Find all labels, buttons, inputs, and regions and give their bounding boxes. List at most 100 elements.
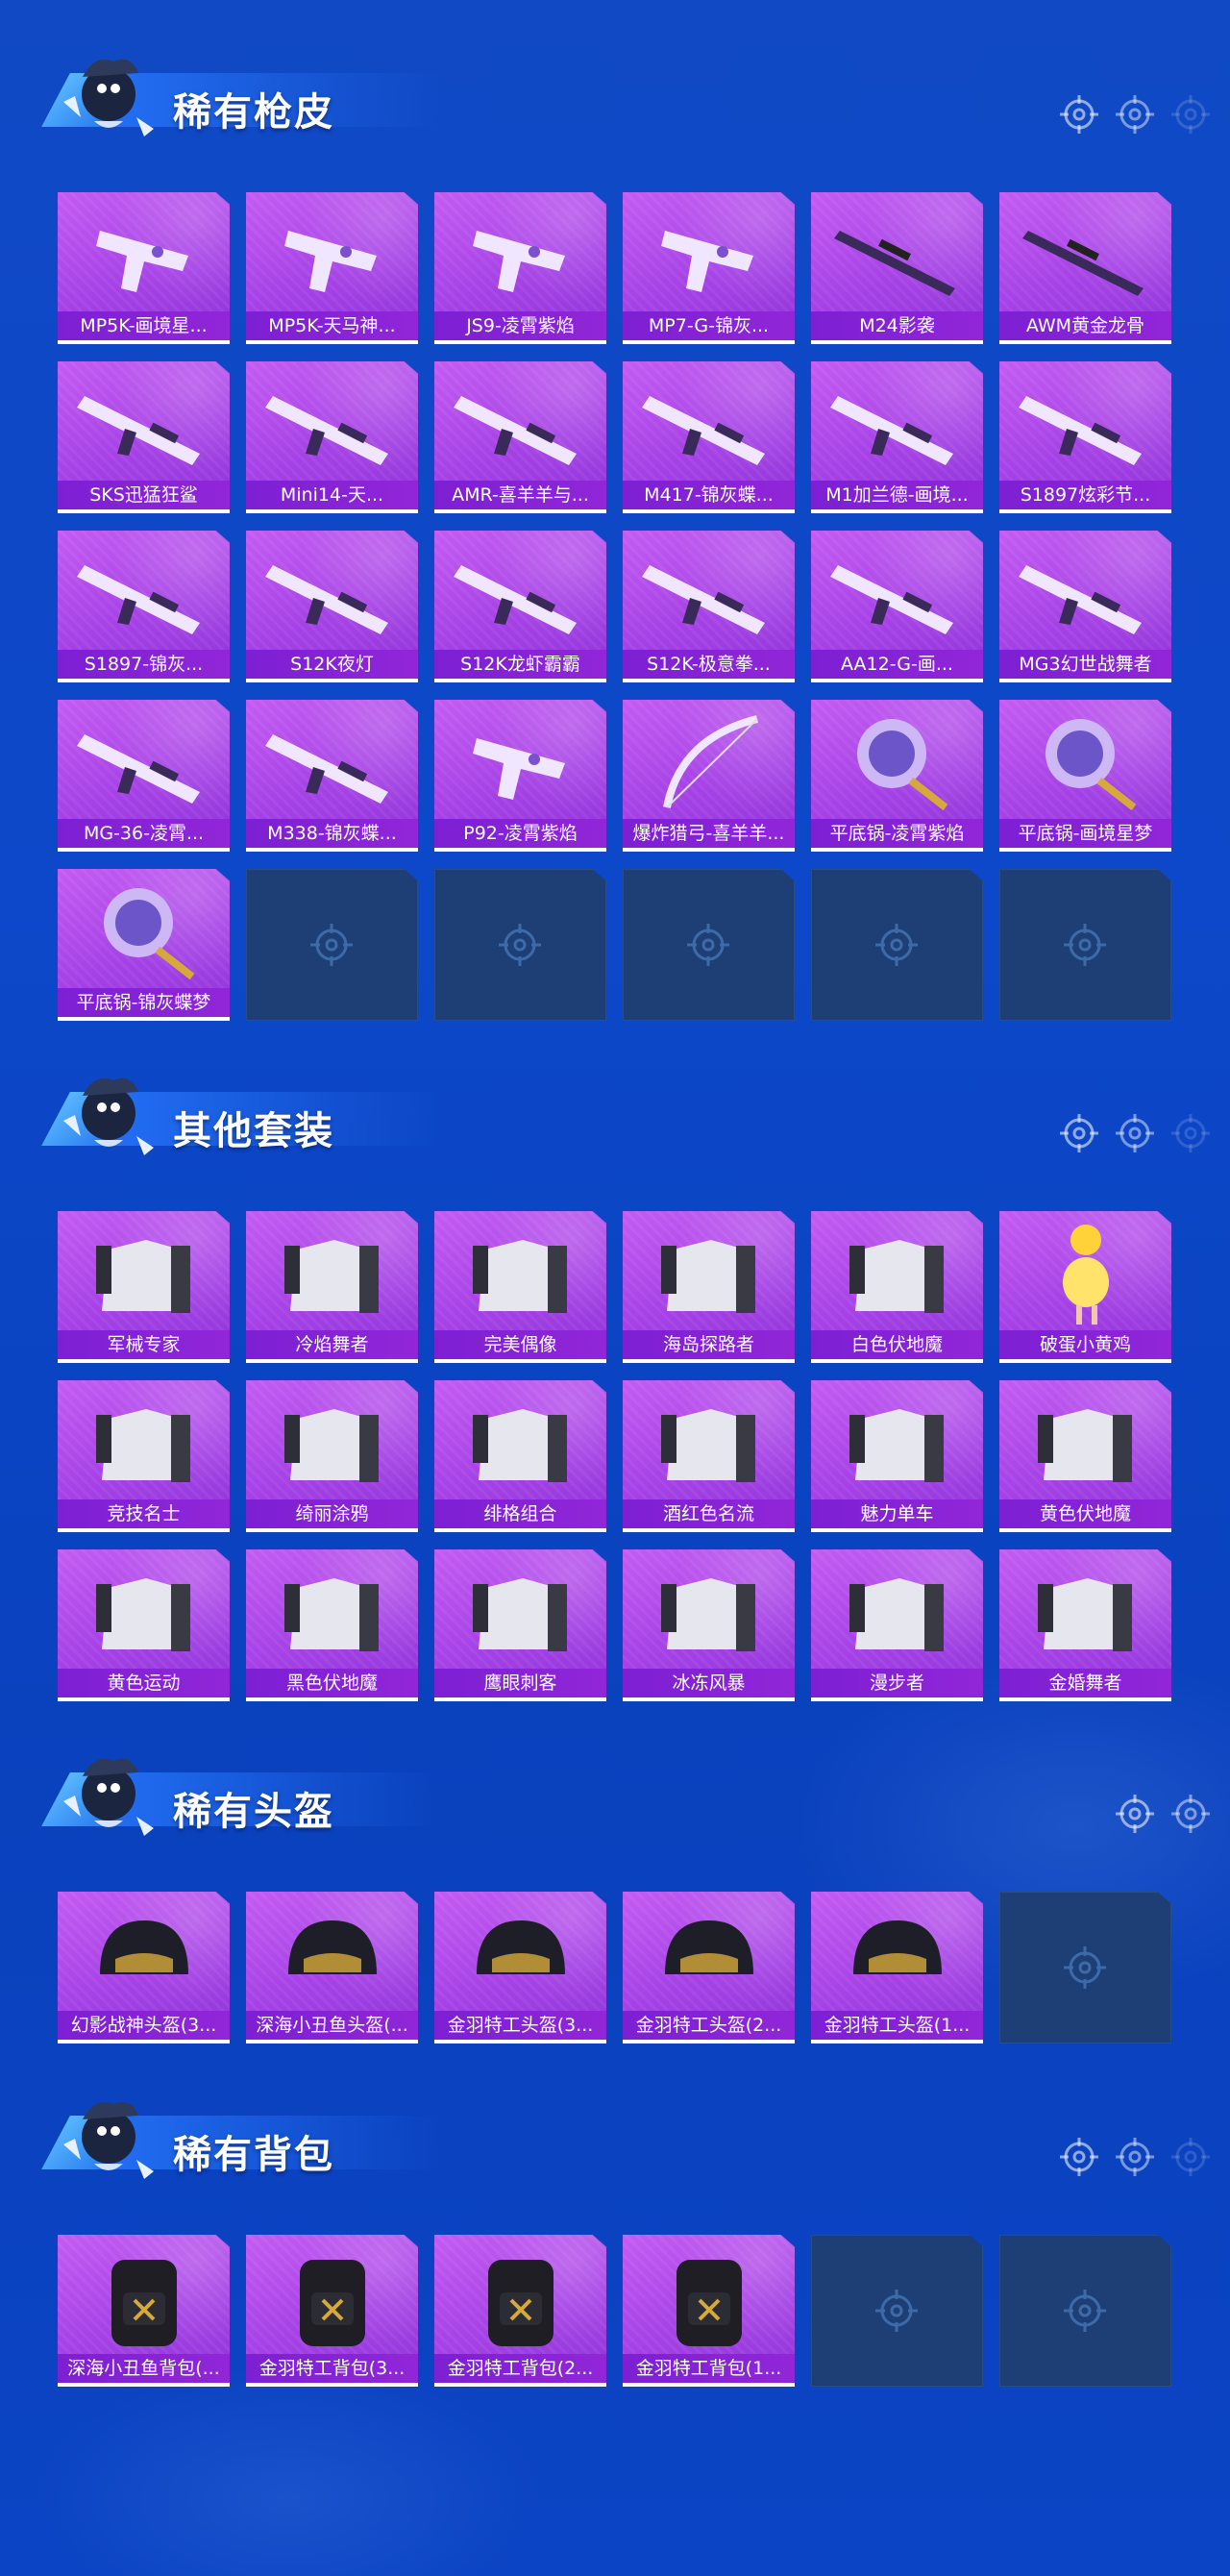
item-label: S1897炫彩节... [999, 481, 1171, 509]
item-tile[interactable]: AA12-G-画... [811, 531, 983, 682]
item-tile[interactable]: 绯格组合 [434, 1380, 606, 1532]
chick-costume-icon [999, 1211, 1171, 1330]
shotgun-skin-icon [434, 531, 606, 650]
item-label: Mini14-天... [246, 481, 418, 509]
item-label: 金羽特工头盔(2... [623, 2011, 795, 2040]
empty-slot [999, 1892, 1171, 2043]
item-label: 黑色伏地魔 [246, 1669, 418, 1697]
item-label: 海岛探路者 [623, 1330, 795, 1359]
item-tile[interactable]: 平底锅-画境星梦 [999, 700, 1171, 852]
item-tile[interactable]: S1897炫彩节... [999, 361, 1171, 513]
rifle-skin-icon [811, 361, 983, 481]
item-tile[interactable]: 深海小丑鱼头盔(... [246, 1892, 418, 2043]
item-tile[interactable]: S1897-锦灰... [58, 531, 230, 682]
shotgun-skin-icon [623, 531, 795, 650]
item-tile[interactable]: 冰冻风暴 [623, 1549, 795, 1701]
crosshair-icon [1115, 1794, 1155, 1834]
empty-slot [434, 869, 606, 1021]
item-tile[interactable]: S12K龙虾霸霸 [434, 531, 606, 682]
backpack-icon [246, 2235, 418, 2354]
empty-slot [811, 869, 983, 1021]
item-label: S12K夜灯 [246, 650, 418, 679]
mascot-icon [56, 2091, 161, 2187]
crosshair-icon [1170, 94, 1211, 135]
item-tile[interactable]: MP7-G-锦灰... [623, 192, 795, 344]
item-tile[interactable]: S12K-极意拳... [623, 531, 795, 682]
item-tile[interactable]: 爆炸猎弓-喜羊羊... [623, 700, 795, 852]
item-tile[interactable]: 金羽特工背包(2... [434, 2235, 606, 2387]
item-tile[interactable]: 黄色伏地魔 [999, 1380, 1171, 1532]
outfit-icon [434, 1211, 606, 1330]
item-tile[interactable]: 金羽特工头盔(2... [623, 1892, 795, 2043]
item-label: 平底锅-凌霄紫焰 [811, 819, 983, 848]
outfit-icon [58, 1549, 230, 1669]
item-tile[interactable]: M24影袭 [811, 192, 983, 344]
item-tile[interactable]: 金羽特工背包(1... [623, 2235, 795, 2387]
outfit-icon [58, 1211, 230, 1330]
item-tile[interactable]: SKS迅猛狂鲨 [58, 361, 230, 513]
shotgun-skin-icon [58, 531, 230, 650]
item-tile[interactable]: 竞技名士 [58, 1380, 230, 1532]
item-tile[interactable]: AMR-喜羊羊与... [434, 361, 606, 513]
item-tile[interactable]: 完美偶像 [434, 1211, 606, 1363]
item-tile[interactable]: 金羽特工头盔(1... [811, 1892, 983, 2043]
item-label: 完美偶像 [434, 1330, 606, 1359]
item-tile[interactable]: P92-凌霄紫焰 [434, 700, 606, 852]
crosshair-icon [1059, 94, 1099, 135]
empty-slot [623, 869, 795, 1021]
item-label: M1加兰德-画境... [811, 481, 983, 509]
item-tile[interactable]: 白色伏地魔 [811, 1211, 983, 1363]
backpack-icon [434, 2235, 606, 2354]
outfit-icon [434, 1549, 606, 1669]
item-tile[interactable]: M417-锦灰蝶... [623, 361, 795, 513]
crosshair-placeholder-icon [873, 922, 920, 968]
item-label: M338-锦灰蝶... [246, 819, 418, 848]
crosshair-placeholder-icon [497, 922, 543, 968]
crosshair-decor [1059, 2137, 1211, 2179]
item-label: 酒红色名流 [623, 1499, 795, 1528]
item-tile[interactable]: 金羽特工背包(3... [246, 2235, 418, 2387]
item-tile[interactable]: 鹰眼刺客 [434, 1549, 606, 1701]
item-tile[interactable]: JS9-凌霄紫焰 [434, 192, 606, 344]
item-tile[interactable]: Mini14-天... [246, 361, 418, 513]
item-tile[interactable]: 冷焰舞者 [246, 1211, 418, 1363]
item-tile[interactable]: 军械专家 [58, 1211, 230, 1363]
item-tile[interactable]: 酒红色名流 [623, 1380, 795, 1532]
item-tile[interactable]: 黄色运动 [58, 1549, 230, 1701]
item-tile[interactable]: MG-36-凌霄... [58, 700, 230, 852]
crosshair-placeholder-icon [1062, 2288, 1108, 2334]
item-tile[interactable]: MG3幻世战舞者 [999, 531, 1171, 682]
item-tile[interactable]: 平底锅-凌霄紫焰 [811, 700, 983, 852]
item-tile[interactable]: MP5K-画境星... [58, 192, 230, 344]
crosshair-placeholder-icon [1062, 922, 1108, 968]
item-tile[interactable]: AWM黄金龙骨 [999, 192, 1171, 344]
item-tile[interactable]: 破蛋小黄鸡 [999, 1211, 1171, 1363]
item-tile[interactable]: 魅力单车 [811, 1380, 983, 1532]
item-tile[interactable]: MP5K-天马神... [246, 192, 418, 344]
item-tile[interactable]: 海岛探路者 [623, 1211, 795, 1363]
item-tile[interactable]: 漫步者 [811, 1549, 983, 1701]
item-label: MP5K-画境星... [58, 311, 230, 340]
item-label: MP7-G-锦灰... [623, 311, 795, 340]
bow-icon [623, 700, 795, 819]
item-label: 军械专家 [58, 1330, 230, 1359]
item-tile[interactable]: M1加兰德-画境... [811, 361, 983, 513]
item-tile[interactable]: 金羽特工头盔(3... [434, 1892, 606, 2043]
item-tile[interactable]: 深海小丑鱼背包(... [58, 2235, 230, 2387]
crosshair-icon [1059, 1113, 1099, 1153]
item-tile[interactable]: 黑色伏地魔 [246, 1549, 418, 1701]
item-tile[interactable]: 金婚舞者 [999, 1549, 1171, 1701]
rifle-skin-icon [58, 361, 230, 481]
item-tile[interactable]: 绮丽涂鸦 [246, 1380, 418, 1532]
item-tile[interactable]: 平底锅-锦灰蝶梦 [58, 869, 230, 1021]
item-label: 深海小丑鱼背包(... [58, 2354, 230, 2383]
section-header: 其他套装 [27, 1057, 1218, 1163]
item-label: 竞技名士 [58, 1499, 230, 1528]
crosshair-icon [1170, 1794, 1211, 1834]
item-tile[interactable]: S12K夜灯 [246, 531, 418, 682]
item-tile[interactable]: M338-锦灰蝶... [246, 700, 418, 852]
section-header: 稀有头盔 [27, 1738, 1218, 1844]
item-tile[interactable]: 幻影战神头盔(3... [58, 1892, 230, 2043]
item-label: P92-凌霄紫焰 [434, 819, 606, 848]
backpack-icon [58, 2235, 230, 2354]
